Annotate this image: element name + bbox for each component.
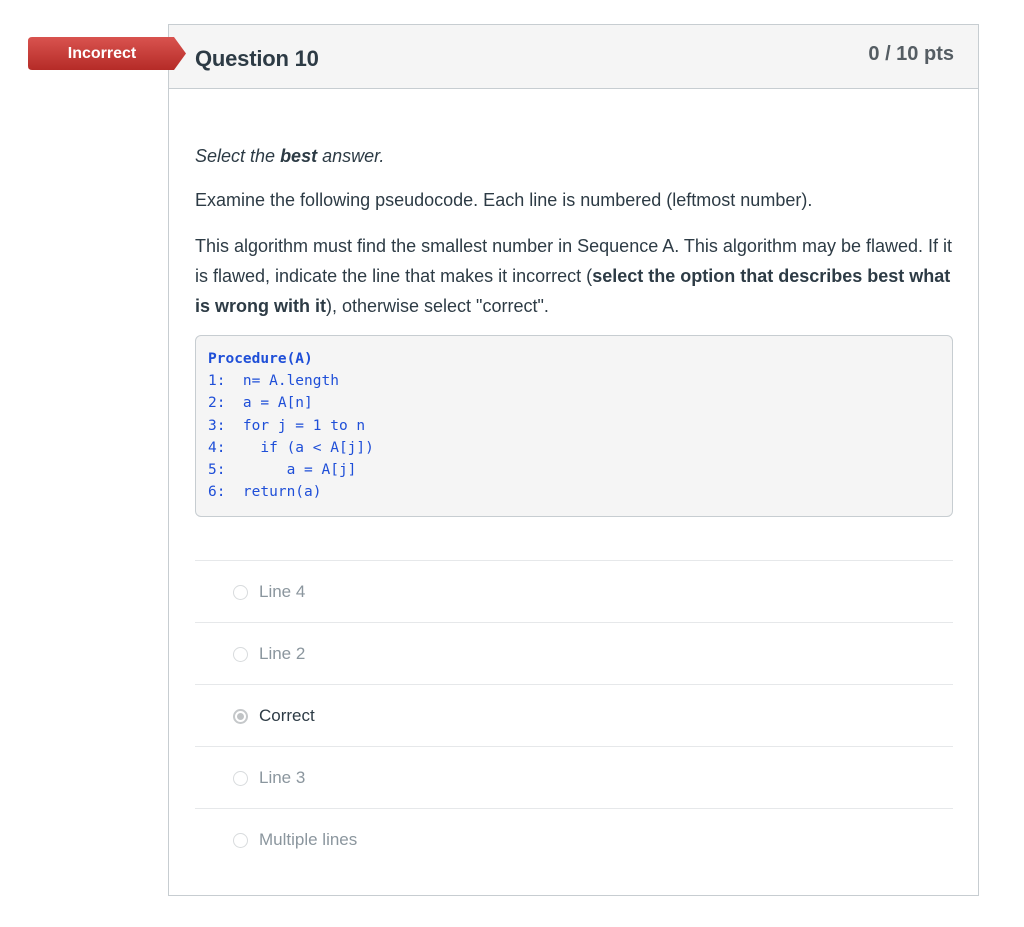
radio-button-selected[interactable] [233,709,248,724]
question-body: Select the best answer. Examine the foll… [195,143,953,517]
answer-option-line-2[interactable]: Line 2 [195,623,953,685]
code-line: 3: for j = 1 to n [208,417,366,434]
radio-button[interactable] [233,771,248,786]
answer-option-line-4[interactable]: Line 4 [195,561,953,623]
instruction-bold: best [280,146,318,166]
answer-label: Correct [259,706,315,725]
paragraph-2-suffix: ), otherwise select "correct". [326,296,549,316]
answer-list: Line 4 Line 2 Correct Line 3 Multiple li… [195,560,953,871]
answer-label: Line 2 [259,644,306,663]
code-line: 5: a = A[j] [208,462,357,479]
code-title: Procedure(A) [208,351,313,367]
answer-label: Line 4 [259,582,306,601]
radio-button[interactable] [233,833,248,848]
instruction-text: Select the best answer. [195,143,953,169]
question-paragraph-2: This algorithm must find the smallest nu… [195,231,953,321]
code-line: 2: a = A[n] [208,395,313,412]
question-points: 0 / 10 pts [868,43,954,65]
question-paragraph-1: Examine the following pseudocode. Each l… [195,190,813,210]
code-line: 4: if (a < A[j]) [208,439,374,456]
question-title: Question 10 [195,46,319,71]
instruction-suffix: answer. [317,146,385,166]
answer-label: Line 3 [259,768,306,787]
answer-option-correct[interactable]: Correct [195,685,953,747]
code-line: 6: return(a) [208,484,322,501]
answer-label: Multiple lines [259,830,358,849]
incorrect-status-flag: Incorrect [28,37,186,70]
quiz-page: Question 10 0 / 10 pts Select the best a… [0,0,1024,927]
status-flag-label: Incorrect [67,45,137,62]
answer-option-line-3[interactable]: Line 3 [195,747,953,809]
question-header: Question 10 0 / 10 pts [169,25,978,89]
instruction-prefix: Select the [195,146,281,166]
radio-button[interactable] [233,647,248,662]
pseudocode-block: Procedure(A) 1: n= A.length 2: a = A[n] … [195,335,953,517]
answer-option-multiple-lines[interactable]: Multiple lines [195,809,953,871]
question-card: Question 10 0 / 10 pts Select the best a… [168,24,979,896]
code-line: 1: n= A.length [208,373,339,390]
radio-button[interactable] [233,585,248,600]
